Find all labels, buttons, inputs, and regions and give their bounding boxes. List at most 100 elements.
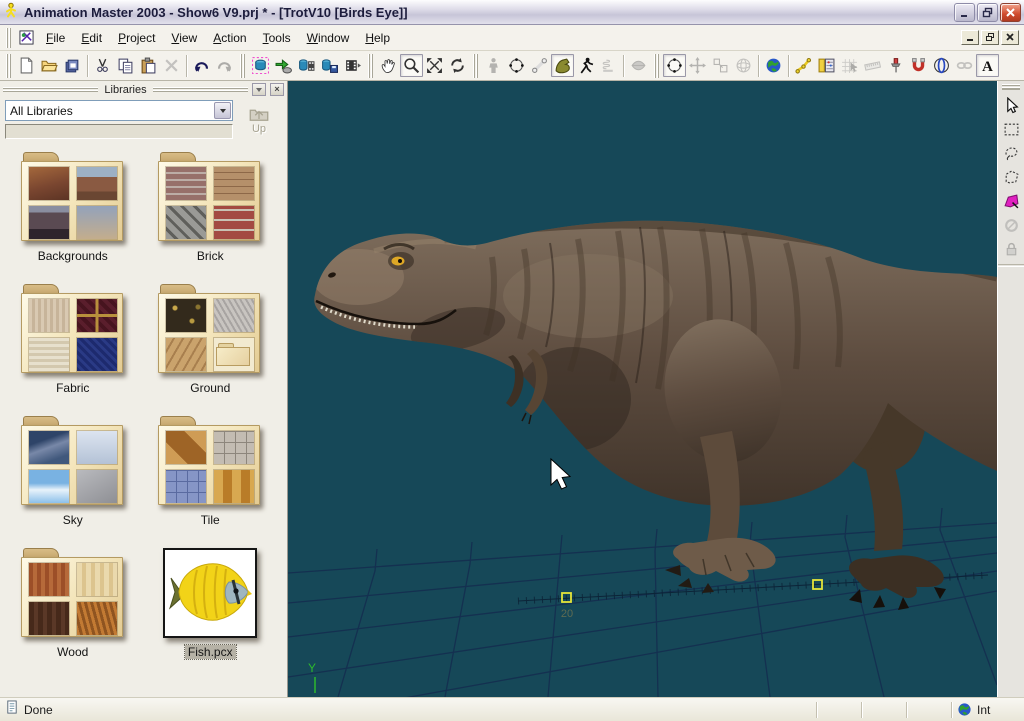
rail-gripper[interactable] bbox=[1002, 84, 1020, 90]
library-item-fabric[interactable]: Fabric bbox=[9, 284, 137, 416]
cut-button[interactable] bbox=[91, 54, 114, 77]
polygon-lasso-tool[interactable] bbox=[1000, 166, 1022, 188]
panel-gripper[interactable] bbox=[3, 87, 98, 92]
bound-zoom-tool[interactable] bbox=[423, 54, 446, 77]
group-points-button[interactable] bbox=[663, 54, 686, 77]
library-item-wood[interactable]: Wood bbox=[9, 548, 137, 680]
texture-thumbnail bbox=[29, 431, 69, 464]
restore-button[interactable] bbox=[977, 3, 998, 22]
font-tool-button[interactable]: A bbox=[976, 54, 999, 77]
render-movie-button[interactable] bbox=[295, 54, 318, 77]
copy-button[interactable] bbox=[114, 54, 137, 77]
menu-action[interactable]: Action bbox=[205, 27, 254, 49]
libraries-filter-row: All Libraries Up bbox=[0, 98, 287, 144]
library-filter-select[interactable]: All Libraries bbox=[5, 100, 233, 121]
folder-thumbnails bbox=[166, 167, 254, 240]
library-item-label: Tile bbox=[198, 513, 223, 527]
toolbar-gripper[interactable] bbox=[654, 54, 659, 78]
panel-close-button[interactable]: × bbox=[270, 83, 284, 96]
viewport-canvas[interactable]: 20 Y bbox=[288, 81, 997, 697]
translate-manipulator-button bbox=[686, 54, 709, 77]
texture-thumbnail bbox=[29, 563, 69, 596]
folder-body bbox=[21, 161, 123, 241]
folder-icon[interactable] bbox=[21, 152, 125, 242]
minimize-button[interactable] bbox=[954, 3, 975, 22]
menu-view[interactable]: View bbox=[163, 27, 205, 49]
menu-project[interactable]: Project bbox=[110, 27, 163, 49]
muscle-mode-button[interactable] bbox=[551, 54, 574, 77]
panel-pin-button[interactable] bbox=[252, 83, 266, 96]
folder-thumbnails bbox=[29, 431, 117, 504]
render-mode-button[interactable] bbox=[249, 54, 272, 77]
viewport[interactable]: 20 Y bbox=[288, 81, 997, 697]
folder-icon[interactable] bbox=[158, 284, 262, 374]
toolbar-gripper[interactable] bbox=[6, 54, 11, 78]
skeletal-mode-button[interactable] bbox=[574, 54, 597, 77]
zoom-tool[interactable] bbox=[400, 54, 423, 77]
quick-render-button[interactable] bbox=[272, 54, 295, 77]
menu-tools[interactable]: Tools bbox=[255, 27, 299, 49]
status-pane bbox=[912, 701, 946, 719]
undo-button[interactable] bbox=[190, 54, 213, 77]
folder-icon[interactable] bbox=[21, 548, 125, 638]
mdi-restore-button[interactable] bbox=[981, 30, 999, 45]
status-page-icon bbox=[5, 700, 19, 720]
document-window-icon[interactable] bbox=[19, 30, 34, 45]
toolbar-gripper[interactable] bbox=[473, 54, 478, 78]
menu-window[interactable]: Window bbox=[299, 27, 358, 49]
texture-thumbnail bbox=[166, 206, 206, 239]
menu-items: FileEditProjectViewActionToolsWindowHelp bbox=[38, 27, 398, 49]
folder-icon[interactable] bbox=[21, 416, 125, 506]
library-item-ground[interactable]: Ground bbox=[146, 284, 274, 416]
texture-thumbnail bbox=[214, 206, 254, 239]
timeline-panel-button[interactable] bbox=[815, 54, 838, 77]
save-all-button[interactable] bbox=[61, 54, 84, 77]
folder-icon[interactable] bbox=[158, 416, 262, 506]
folder-icon[interactable] bbox=[158, 152, 262, 242]
image-thumbnail-fish-pcx[interactable] bbox=[163, 548, 257, 638]
library-item-brick[interactable]: Brick bbox=[146, 152, 274, 284]
library-item-sky[interactable]: Sky bbox=[9, 416, 137, 548]
lasso-tool[interactable] bbox=[1000, 142, 1022, 164]
move-view-tool[interactable] bbox=[377, 54, 400, 77]
pin-button[interactable] bbox=[884, 54, 907, 77]
bound-group-tool[interactable] bbox=[1000, 118, 1022, 140]
texture-thumbnail bbox=[166, 470, 206, 503]
select-tool[interactable] bbox=[1000, 94, 1022, 116]
menubar-gripper[interactable] bbox=[6, 28, 11, 48]
status-pane bbox=[867, 701, 901, 719]
library-item-backgrounds[interactable]: Backgrounds bbox=[9, 152, 137, 284]
show-bones-button[interactable] bbox=[792, 54, 815, 77]
menu-help[interactable]: Help bbox=[357, 27, 398, 49]
world-view-button[interactable] bbox=[762, 54, 785, 77]
save-render-button[interactable] bbox=[318, 54, 341, 77]
magnet-mode-button[interactable] bbox=[907, 54, 930, 77]
new-project-button[interactable] bbox=[15, 54, 38, 77]
library-item-fish-pcx[interactable]: Fish.pcx bbox=[146, 548, 274, 680]
rotate-manipulator-button bbox=[732, 54, 755, 77]
panel-gripper[interactable] bbox=[153, 87, 248, 92]
library-item-tile[interactable]: Tile bbox=[146, 416, 274, 548]
combo-dropdown-button[interactable] bbox=[214, 102, 231, 119]
folder-icon[interactable] bbox=[21, 284, 125, 374]
texture-thumbnail bbox=[77, 563, 117, 596]
toolbar-gripper[interactable] bbox=[240, 54, 245, 78]
modeling-mode-button[interactable] bbox=[505, 54, 528, 77]
open-button[interactable] bbox=[38, 54, 61, 77]
tool-rail bbox=[997, 81, 1024, 697]
texture-thumbnail bbox=[166, 431, 206, 464]
paste-button[interactable] bbox=[137, 54, 160, 77]
bones-mode-button[interactable] bbox=[528, 54, 551, 77]
close-button[interactable] bbox=[1000, 3, 1021, 22]
patch-select-tool[interactable] bbox=[1000, 190, 1022, 212]
mdi-minimize-button[interactable] bbox=[961, 30, 979, 45]
menu-edit[interactable]: Edit bbox=[73, 27, 110, 49]
turn-view-tool[interactable] bbox=[446, 54, 469, 77]
rotate-widget-button[interactable] bbox=[930, 54, 953, 77]
mdi-close-button[interactable] bbox=[1001, 30, 1019, 45]
menu-file[interactable]: File bbox=[38, 27, 73, 49]
grid-snap-button bbox=[838, 54, 861, 77]
toolbar-gripper[interactable] bbox=[368, 54, 373, 78]
preview-animation-button[interactable] bbox=[341, 54, 364, 77]
library-item-label: Brick bbox=[194, 249, 227, 263]
